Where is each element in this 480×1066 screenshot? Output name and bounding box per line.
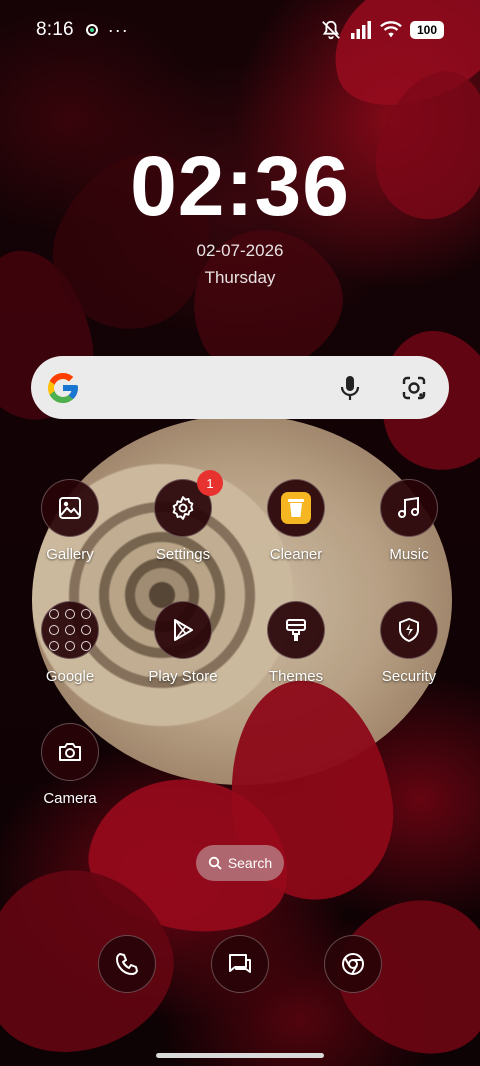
folder-app-grid	[49, 609, 91, 651]
app-label: Music	[389, 546, 429, 563]
dock-chrome[interactable]	[324, 935, 382, 993]
folder-app-icon	[81, 625, 91, 635]
brush-icon	[267, 601, 325, 659]
gallery-icon	[41, 479, 99, 537]
music-note-icon	[380, 479, 438, 537]
app-gallery[interactable]: Gallery	[14, 479, 126, 565]
app-label: Themes	[268, 668, 324, 685]
app-label: Cleaner	[269, 546, 323, 563]
app-camera[interactable]: Camera	[14, 723, 126, 809]
battery-icon: 100	[410, 21, 444, 39]
shield-icon	[380, 601, 438, 659]
app-cleaner[interactable]: Cleaner	[240, 479, 352, 565]
app-music[interactable]: Music	[353, 479, 465, 565]
play-store-icon	[154, 601, 212, 659]
clock-time: 02:36	[130, 139, 350, 233]
app-themes[interactable]: Themes	[240, 601, 352, 687]
battery-level: 100	[416, 23, 438, 37]
google-logo-icon	[48, 372, 78, 403]
notification-badge: 1	[197, 470, 223, 496]
folder-app-icon	[65, 625, 75, 635]
dock-phone[interactable]	[98, 935, 156, 993]
notification-dot-icon	[85, 24, 98, 36]
folder-icon	[41, 601, 99, 659]
trash-icon	[281, 492, 311, 524]
phone-icon	[116, 953, 138, 975]
app-security[interactable]: Security	[353, 601, 465, 687]
app-search-button[interactable]: Search	[196, 845, 284, 881]
chrome-icon	[342, 953, 364, 975]
search-icon	[208, 856, 222, 870]
mute-icon	[322, 20, 340, 40]
search-pill-label: Search	[227, 855, 273, 871]
app-label: Play Store	[148, 668, 218, 685]
app-play-store[interactable]: Play Store	[127, 601, 239, 687]
folder-app-icon	[81, 641, 91, 651]
dock-messages[interactable]	[211, 935, 269, 993]
app-label: Security	[381, 668, 437, 685]
signal-icon	[351, 21, 371, 39]
wifi-icon	[380, 21, 402, 38]
status-bar: 8:16 ··· 100	[0, 0, 480, 60]
app-label: Camera	[43, 790, 97, 807]
cleaner-icon	[267, 479, 325, 537]
camera-icon	[41, 723, 99, 781]
folder-app-icon	[81, 609, 91, 619]
google-search-bar[interactable]	[31, 356, 449, 419]
app-label: Gallery	[46, 546, 94, 563]
app-settings[interactable]: 1 Settings	[127, 470, 239, 565]
app-folder-google[interactable]: Google	[14, 601, 126, 687]
status-icons: 100	[320, 19, 444, 41]
folder-app-icon	[49, 625, 59, 635]
folder-app-icon	[49, 609, 59, 619]
home-indicator[interactable]	[156, 1053, 324, 1058]
microphone-icon[interactable]	[335, 373, 365, 403]
app-label: Settings	[155, 546, 211, 563]
folder-app-icon	[65, 641, 75, 651]
status-time: 8:16	[36, 19, 74, 40]
app-label: Google	[45, 668, 95, 685]
clock-widget[interactable]: 02:36 02-07-2026 Thursday	[0, 138, 480, 292]
clock-day: Thursday	[204, 268, 276, 287]
messages-icon	[229, 954, 251, 973]
clock-date: 02-07-2026	[196, 241, 284, 260]
lens-icon[interactable]	[399, 373, 429, 403]
more-icon: ···	[107, 19, 129, 40]
folder-app-icon	[65, 609, 75, 619]
folder-app-icon	[49, 641, 59, 651]
gear-icon: 1	[154, 470, 223, 537]
